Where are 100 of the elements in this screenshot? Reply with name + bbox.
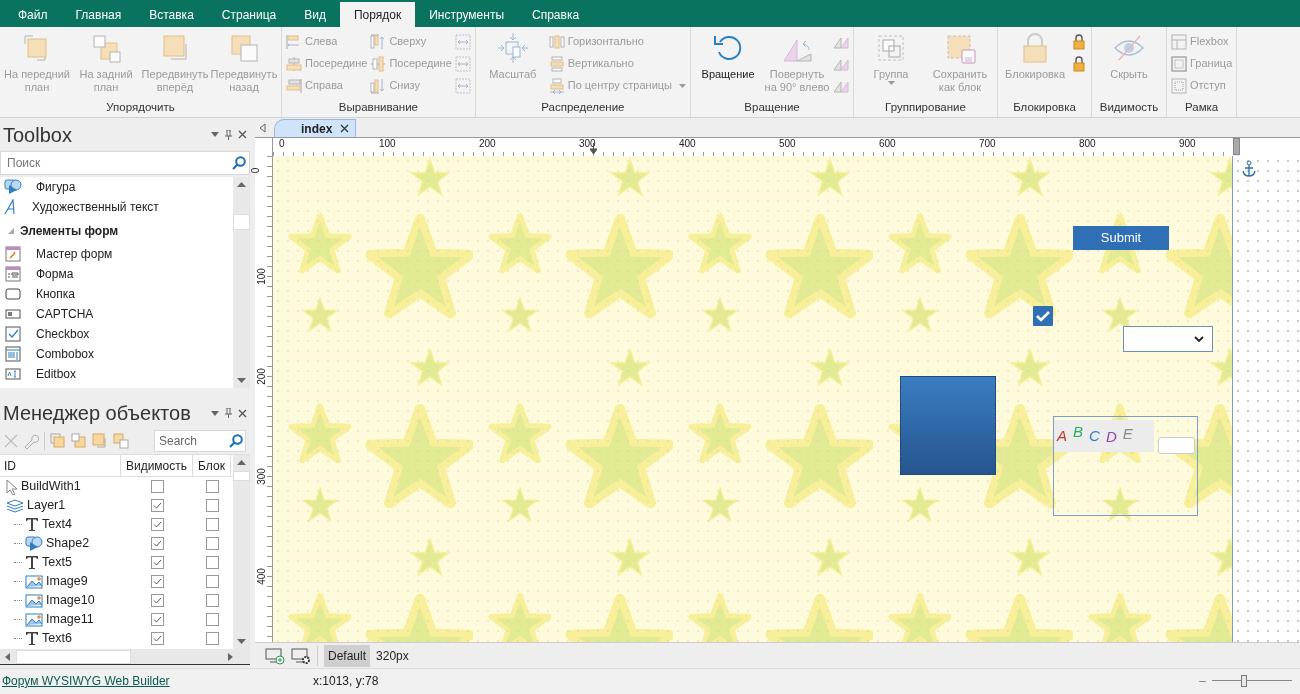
menu-tab[interactable]: Главная [61, 2, 136, 27]
align-icon [370, 33, 387, 50]
scrollbar[interactable] [0, 649, 250, 665]
toolbox-item[interactable]: CAPTCHA [0, 304, 233, 324]
pin-icon[interactable] [225, 129, 232, 140]
object-id[interactable]: Text4 [42, 515, 72, 534]
object-id[interactable]: BuildWith1 [21, 477, 81, 496]
search-icon[interactable] [232, 156, 246, 170]
checkbox[interactable] [150, 480, 164, 493]
dropdown-icon[interactable] [211, 410, 219, 416]
scroll-thumb[interactable] [16, 649, 131, 664]
close-icon[interactable] [238, 130, 247, 139]
object-id[interactable]: Image11 [46, 610, 94, 629]
toolbox-item[interactable]: Мастер форм [0, 244, 233, 264]
submit-button[interactable]: Submit [1073, 226, 1169, 250]
wrench-icon[interactable] [23, 433, 39, 449]
checkbox[interactable] [1033, 306, 1053, 326]
ribbon-button[interactable]: Вращение [694, 30, 763, 81]
checkbox[interactable] [150, 594, 164, 607]
ribbon-group-label: Упорядочить [106, 100, 175, 115]
tab-scroll-left-icon[interactable] [259, 123, 266, 133]
breakpoint-tab[interactable]: Default [324, 644, 371, 667]
checkbox[interactable] [150, 632, 164, 645]
checkbox[interactable] [205, 632, 219, 645]
toolbox-item[interactable]: Combobox [0, 344, 233, 364]
checkbox[interactable] [205, 480, 219, 493]
layers-icon[interactable] [71, 433, 87, 449]
ribbon-group-label: Выравнивание [338, 100, 418, 115]
breakpoint-width: 320px [376, 647, 409, 665]
checkbox[interactable] [205, 537, 219, 550]
toolbox-item[interactable]: Checkbox [0, 324, 233, 344]
toolbox-item[interactable]: Фигура [0, 177, 233, 197]
checkbox[interactable] [205, 556, 219, 569]
collapse-icon[interactable] [8, 227, 14, 234]
zoom-slider[interactable] [1212, 675, 1292, 687]
dropdown-icon[interactable] [211, 132, 219, 137]
menu-tab[interactable]: Инструменты [415, 2, 518, 27]
ruler-label: 100 [379, 138, 396, 149]
ruler-label: 0 [279, 138, 285, 149]
checkbox[interactable] [205, 518, 219, 531]
combobox[interactable] [1123, 326, 1213, 352]
menu-tab[interactable]: Страница [207, 2, 291, 27]
toolbox-item[interactable]: Художественный текст [0, 197, 233, 217]
document-tab[interactable]: index [274, 119, 357, 137]
menu-tab[interactable]: Вид [290, 2, 340, 27]
checkbox[interactable] [150, 613, 164, 626]
add-screen-icon[interactable] [265, 646, 285, 665]
object-id[interactable]: Text5 [42, 553, 72, 572]
search-field[interactable]: Search [154, 430, 246, 452]
captcha-input[interactable] [1158, 437, 1195, 454]
close-icon[interactable] [340, 124, 350, 133]
search-field[interactable]: Поиск [0, 151, 250, 175]
close-icon[interactable] [238, 408, 247, 418]
layers-icon [90, 32, 122, 64]
object-id[interactable]: Text6 [42, 629, 72, 648]
scrollbar[interactable] [233, 455, 250, 649]
checkbox[interactable] [205, 575, 219, 588]
pin-icon[interactable] [225, 408, 232, 418]
object-id[interactable]: Image9 [46, 572, 88, 591]
checkbox[interactable] [205, 499, 219, 512]
menu-tab[interactable]: Порядок [339, 2, 416, 27]
ruler-label: 600 [879, 138, 896, 149]
toolbox-item[interactable]: Форма [0, 264, 233, 284]
checkbox[interactable] [205, 613, 219, 626]
anchor-icon[interactable] [1241, 160, 1257, 178]
toolbox-item[interactable]: Кнопка [0, 284, 233, 304]
text-icon [25, 517, 39, 532]
column-header[interactable]: ID [0, 455, 121, 476]
checkbox[interactable] [150, 575, 164, 588]
zoom-out-button[interactable]: – [1199, 672, 1206, 690]
column-header[interactable]: Блок [193, 455, 231, 476]
scrollbar[interactable] [233, 177, 250, 388]
object-id[interactable]: Layer1 [27, 496, 66, 515]
column-header[interactable]: Видимость [121, 455, 193, 476]
checkbox[interactable] [205, 594, 219, 607]
checkbox[interactable] [150, 518, 164, 531]
checkbox[interactable] [150, 537, 164, 550]
menu-tab[interactable]: Вставка [135, 2, 208, 27]
checkbox-icon [5, 326, 21, 342]
screen-settings-icon[interactable] [291, 646, 311, 665]
object-id[interactable]: Image10 [46, 591, 95, 610]
checkbox[interactable] [150, 556, 164, 569]
forum-link[interactable]: Форум WYSIWYG Web Builder [2, 672, 313, 690]
scroll-thumb[interactable] [233, 471, 250, 481]
captcha-icon [5, 309, 21, 319]
ruler-label: 900 [1179, 138, 1196, 149]
menu-tab[interactable]: Справка [518, 2, 594, 27]
menu-tab[interactable]: Файл [4, 2, 62, 27]
object-id[interactable]: Shape2 [46, 534, 90, 553]
toolbox-item[interactable]: Editbox [0, 364, 233, 384]
checkbox[interactable] [150, 499, 164, 512]
toolbox-group-header[interactable]: Элементы форм [20, 221, 119, 240]
panel-title: Менеджер объектов [3, 401, 191, 426]
search-icon[interactable] [229, 434, 243, 448]
align-icon [370, 55, 387, 72]
layers-icon[interactable] [113, 433, 129, 449]
scroll-thumb[interactable] [233, 213, 250, 230]
slider-thumb[interactable] [1240, 675, 1247, 687]
ruler-handle[interactable] [1233, 138, 1240, 155]
image-icon [25, 574, 43, 589]
